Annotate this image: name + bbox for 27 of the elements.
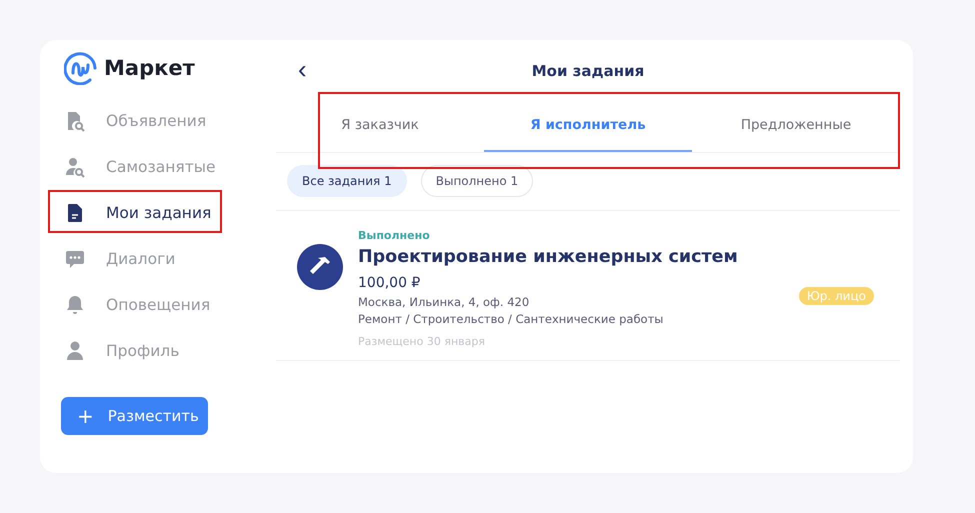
filter-chip[interactable]: Выполнено 1 (420, 165, 534, 197)
task-title[interactable]: Проектирование инженерных систем (358, 247, 799, 267)
filter-chip[interactable]: Все задания 1 (287, 165, 407, 197)
page-title: Мои задания (532, 62, 644, 80)
bell-icon (64, 294, 86, 316)
sidebar-item[interactable]: Объявления (64, 98, 276, 144)
tab[interactable]: Я исполнитель (484, 100, 692, 152)
task-address: Москва, Ильинка, 4, оф. 420 (358, 295, 530, 309)
tab[interactable]: Я заказчик (276, 100, 484, 152)
sidebar-item[interactable]: Диалоги (64, 236, 276, 282)
back-button[interactable]: ‹ (298, 56, 307, 82)
sidebar-item[interactable]: Оповещения (64, 282, 276, 328)
post-button[interactable]: + Разместить (61, 397, 208, 435)
chat-icon (64, 248, 86, 270)
sidebar-item[interactable]: Мои задания (64, 190, 276, 236)
person-search-icon (64, 156, 86, 178)
client-type-tag: Юр. лицо (798, 287, 874, 305)
sidebar-item[interactable]: Самозанятые (64, 144, 276, 190)
sidebar-item[interactable]: Профиль (64, 328, 276, 374)
person-icon (64, 340, 86, 362)
task-price: 100,00 ₽ (358, 275, 422, 291)
task-date: Размещено 30 января (358, 335, 486, 348)
tab[interactable]: Предложенные (692, 100, 900, 152)
task-status: Выполнено (358, 229, 431, 242)
logo-icon (64, 51, 98, 85)
logo-text: Маркет (104, 56, 195, 80)
task-category: Ремонт / Строительство / Сантехнические работы (358, 312, 664, 326)
